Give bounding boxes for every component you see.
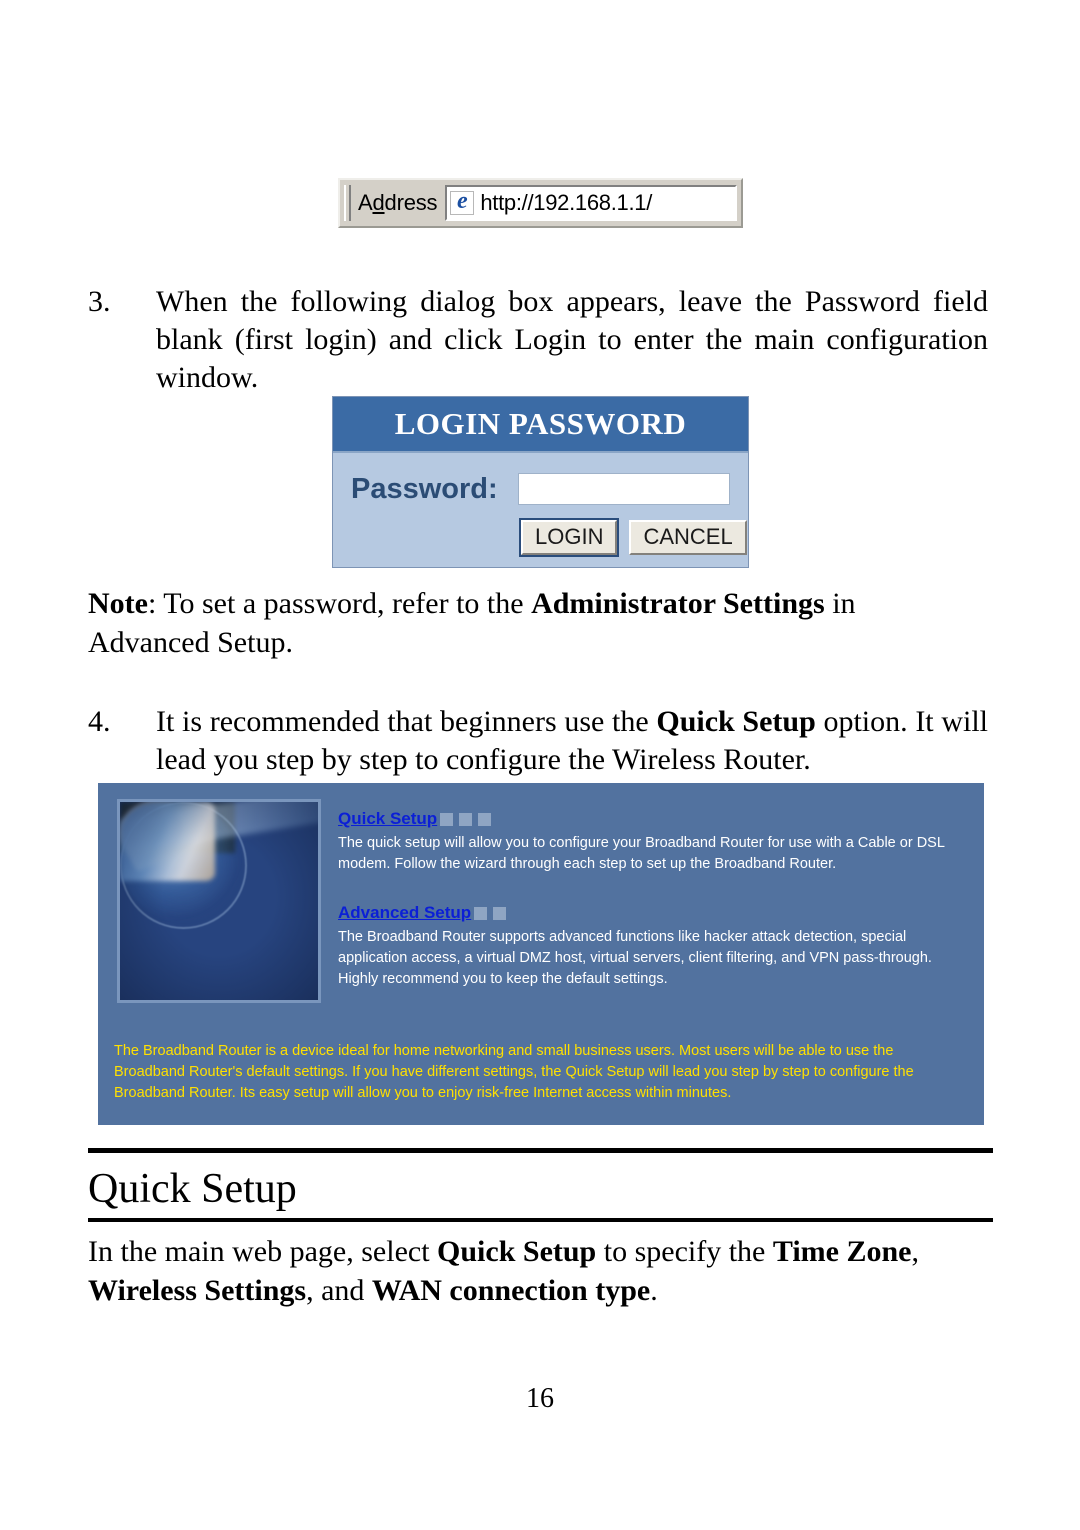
section-bold-quick-setup: Quick Setup (437, 1235, 597, 1268)
note-label: Note (88, 587, 148, 620)
section-bold-wan-type: WAN connection type (371, 1274, 651, 1307)
step-4: 4. It is recommended that beginners use … (88, 703, 988, 779)
login-dialog-body: Password: LOGIN CANCEL (333, 453, 748, 569)
step-4-text: It is recommended that beginners use the… (156, 703, 988, 779)
note-second-line: Advanced Setup. (88, 626, 293, 659)
square-icon (440, 812, 454, 826)
router-web-ui-figure: Quick Setup The quick setup will allow y… (98, 783, 984, 1125)
advanced-setup-block: Advanced Setup The Broadband Router supp… (338, 903, 966, 990)
step-3-number: 3. (88, 285, 111, 318)
quick-setup-description: The quick setup will allow you to config… (338, 835, 945, 872)
section-text-part2: to specify the (596, 1235, 773, 1268)
quick-setup-squares (440, 810, 497, 828)
section-text-part4: , and (306, 1274, 372, 1307)
section-text-part3: , (911, 1235, 920, 1268)
login-button[interactable]: LOGIN (518, 518, 620, 557)
advanced-setup-link[interactable]: Advanced Setup (338, 903, 471, 923)
note-text-after: in (824, 587, 856, 620)
square-icon (474, 906, 488, 920)
section-heading: Quick Setup (88, 1166, 297, 1212)
section-paragraph-line2: Wireless Settings, and WAN connection ty… (88, 1271, 993, 1310)
step-4-bold-term: Quick Setup (656, 705, 816, 738)
step-3-text: When the following dialog box appears, l… (156, 285, 988, 394)
quick-setup-link[interactable]: Quick Setup (338, 809, 437, 829)
section-bold-wireless-settings: Wireless Settings (88, 1274, 307, 1307)
advanced-setup-description: The Broadband Router supports advanced f… (338, 929, 932, 987)
section-bold-time-zone: Time Zone (772, 1235, 912, 1268)
cancel-button[interactable]: CANCEL (629, 520, 747, 555)
step-4-number: 4. (88, 705, 111, 738)
login-dialog-header: LOGIN PASSWORD (333, 397, 748, 453)
address-toolbar: Address e http://192.168.1.1/ (338, 178, 743, 228)
square-icon (459, 812, 473, 826)
hero-image-vignette (120, 802, 318, 1000)
note-paragraph: Note: To set a password, refer to the Ad… (88, 584, 993, 662)
step-4-text-before: It is recommended that beginners use the (156, 705, 657, 738)
address-url-text: http://192.168.1.1/ (480, 190, 653, 215)
step-3: 3. When the following dialog box appears… (88, 283, 988, 397)
document-page: Address e http://192.168.1.1/ 3. When th… (0, 0, 1080, 1530)
router-menu-content: Quick Setup The quick setup will allow y… (338, 809, 966, 990)
section-rule-top (88, 1148, 993, 1153)
square-icon (493, 906, 507, 920)
advanced-setup-squares (474, 904, 512, 922)
internet-explorer-icon: e (450, 188, 475, 215)
password-label: Password: (351, 473, 498, 505)
note-bold-term: Administrator Settings (531, 587, 825, 620)
quick-setup-block: Quick Setup The quick setup will allow y… (338, 809, 966, 875)
section-text-part1: In the main web page, select (88, 1235, 438, 1268)
login-dialog-title: LOGIN PASSWORD (394, 406, 687, 441)
login-password-dialog: LOGIN PASSWORD Password: LOGIN CANCEL (332, 396, 749, 568)
section-text-part5: . (650, 1274, 658, 1307)
router-footer-text: The Broadband Router is a device ideal f… (114, 1043, 914, 1101)
note-text-before: : To set a password, refer to the (147, 587, 532, 620)
toolbar-grip-handle[interactable] (344, 185, 351, 221)
square-icon (478, 812, 492, 826)
browser-address-bar-figure: Address e http://192.168.1.1/ (338, 178, 743, 236)
section-paragraph: In the main web page, select Quick Setup… (88, 1232, 993, 1310)
page-number: 16 (526, 1383, 554, 1414)
router-hero-image (117, 799, 321, 1003)
password-input[interactable] (518, 473, 730, 505)
login-dialog-buttons: LOGIN CANCEL (518, 518, 747, 557)
section-rule-bottom (88, 1218, 993, 1222)
address-label: Address (358, 190, 438, 215)
address-input[interactable]: e http://192.168.1.1/ (445, 185, 737, 221)
